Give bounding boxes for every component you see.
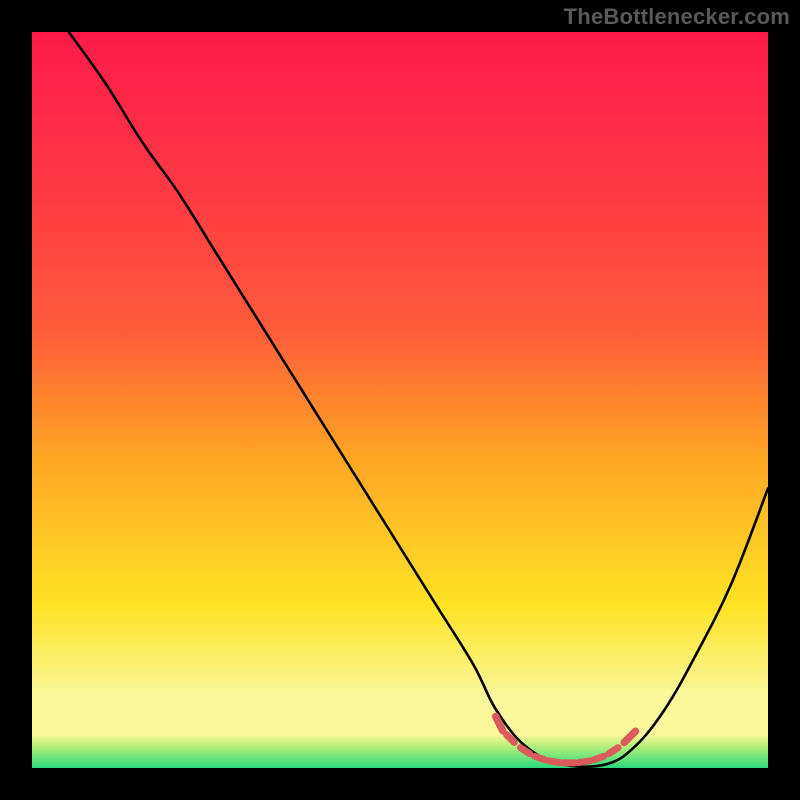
chart-frame: TheBottlenecker.com — [0, 0, 800, 800]
highlight-dash — [549, 761, 560, 763]
highlight-dash — [594, 756, 604, 760]
plot-area — [32, 32, 768, 768]
highlight-dash — [535, 756, 545, 760]
highlight-dash — [579, 761, 590, 763]
watermark-text: TheBottlenecker.com — [564, 4, 790, 30]
chart-svg — [32, 32, 768, 768]
